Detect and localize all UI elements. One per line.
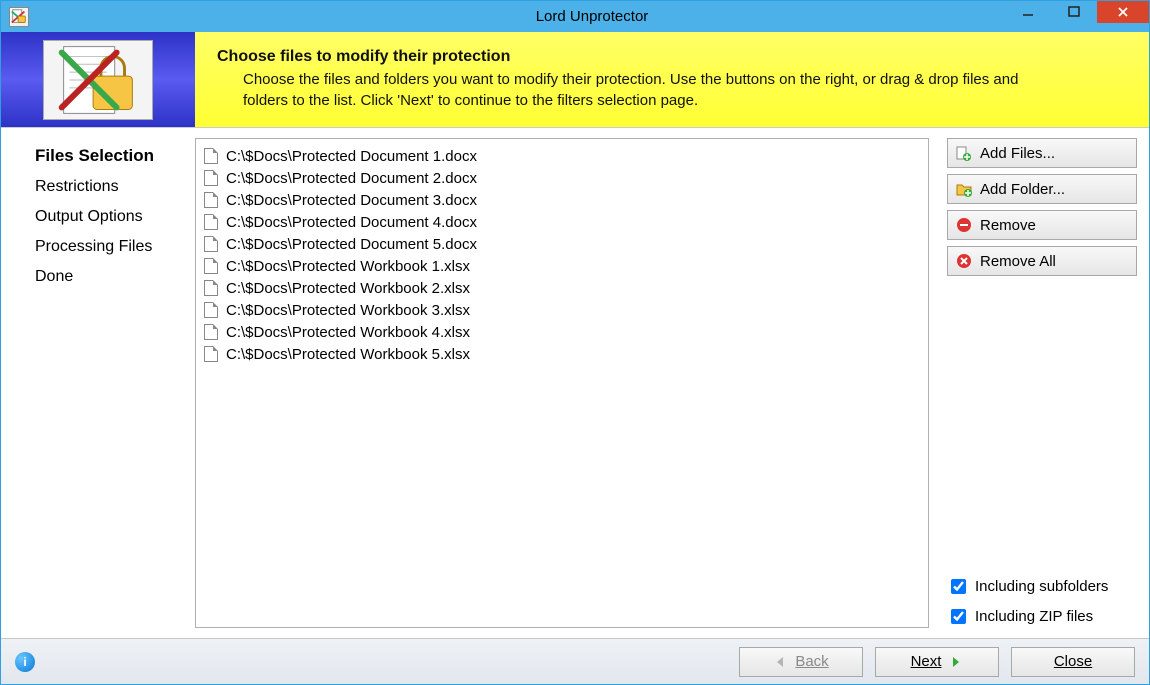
window-controls [1005, 1, 1149, 32]
header-artwork-icon [43, 40, 153, 120]
action-panel: Add Files... Add Folder... [947, 138, 1137, 628]
file-list-item[interactable]: C:\$Docs\Protected Document 3.docx [204, 189, 920, 211]
wizard-step[interactable]: Output Options [35, 208, 187, 226]
wizard-step[interactable]: Done [35, 268, 187, 286]
file-path-label: C:\$Docs\Protected Workbook 1.xlsx [226, 258, 470, 275]
action-panel-spacer [947, 282, 1137, 568]
document-icon [204, 302, 218, 318]
add-files-button[interactable]: Add Files... [947, 138, 1137, 168]
add-folder-button[interactable]: Add Folder... [947, 174, 1137, 204]
main-area: Files Selection Restrictions Output Option… [1, 128, 1149, 638]
remove-all-label: Remove All [980, 253, 1056, 270]
header-banner: Choose files to modify their protection … [1, 32, 1149, 128]
wizard-step[interactable]: Restrictions [35, 178, 187, 196]
file-list-item[interactable]: C:\$Docs\Protected Workbook 3.xlsx [204, 299, 920, 321]
document-icon [204, 214, 218, 230]
close-footer-button[interactable]: Close [1011, 647, 1135, 677]
file-list[interactable]: C:\$Docs\Protected Document 1.docx C:\$Do… [195, 138, 929, 628]
include-subfolders-label: Including subfolders [975, 578, 1108, 595]
file-list-item[interactable]: C:\$Docs\Protected Workbook 4.xlsx [204, 321, 920, 343]
minimize-button[interactable] [1005, 1, 1051, 23]
arrow-left-icon [773, 654, 789, 670]
file-list-item[interactable]: C:\$Docs\Protected Document 1.docx [204, 145, 920, 167]
document-icon [204, 236, 218, 252]
app-icon [9, 7, 29, 27]
add-files-icon [956, 145, 972, 161]
file-list-item[interactable]: C:\$Docs\Protected Workbook 5.xlsx [204, 343, 920, 365]
header-description: Choose the files and folders you want to… [243, 70, 1023, 111]
file-path-label: C:\$Docs\Protected Document 5.docx [226, 236, 477, 253]
document-icon [204, 170, 218, 186]
maximize-button[interactable] [1051, 1, 1097, 23]
include-subfolders-input[interactable] [951, 579, 966, 594]
file-path-label: C:\$Docs\Protected Document 1.docx [226, 148, 477, 165]
header-title: Choose files to modify their protection [217, 48, 1127, 66]
remove-icon [956, 217, 972, 233]
help-icon[interactable]: i [15, 652, 35, 672]
titlebar: Lord Unprotector [1, 1, 1149, 32]
file-list-item[interactable]: C:\$Docs\Protected Document 2.docx [204, 167, 920, 189]
file-list-item[interactable]: C:\$Docs\Protected Document 5.docx [204, 233, 920, 255]
wizard-steps-sidebar: Files Selection Restrictions Output Option… [1, 128, 195, 638]
remove-all-button[interactable]: Remove All [947, 246, 1137, 276]
add-folder-label: Add Folder... [980, 181, 1065, 198]
file-path-label: C:\$Docs\Protected Document 3.docx [226, 192, 477, 209]
document-icon [204, 258, 218, 274]
add-files-label: Add Files... [980, 145, 1055, 162]
back-label: Back [795, 653, 828, 670]
close-button[interactable] [1097, 1, 1149, 23]
remove-label: Remove [980, 217, 1036, 234]
wizard-step[interactable]: Processing Files [35, 238, 187, 256]
file-path-label: C:\$Docs\Protected Workbook 5.xlsx [226, 346, 470, 363]
include-zip-input[interactable] [951, 609, 966, 624]
file-list-item[interactable]: C:\$Docs\Protected Workbook 2.xlsx [204, 277, 920, 299]
include-subfolders-checkbox[interactable]: Including subfolders [947, 574, 1137, 598]
back-button: Back [739, 647, 863, 677]
remove-button[interactable]: Remove [947, 210, 1137, 240]
next-label: Next [911, 653, 942, 670]
window-title: Lord Unprotector [35, 8, 1149, 25]
remove-all-icon [956, 253, 972, 269]
document-icon [204, 148, 218, 164]
file-path-label: C:\$Docs\Protected Document 4.docx [226, 214, 477, 231]
include-zip-label: Including ZIP files [975, 608, 1093, 625]
document-icon [204, 324, 218, 340]
add-folder-icon [956, 181, 972, 197]
app-window: Lord Unprotector [0, 0, 1150, 685]
file-path-label: C:\$Docs\Protected Workbook 3.xlsx [226, 302, 470, 319]
document-icon [204, 280, 218, 296]
header-text-panel: Choose files to modify their protection … [195, 32, 1149, 127]
include-zip-checkbox[interactable]: Including ZIP files [947, 604, 1137, 628]
file-path-label: C:\$Docs\Protected Document 2.docx [226, 170, 477, 187]
content-area: C:\$Docs\Protected Document 1.docx C:\$Do… [195, 128, 1149, 638]
arrow-right-icon [947, 654, 963, 670]
next-button[interactable]: Next [875, 647, 999, 677]
file-path-label: C:\$Docs\Protected Workbook 4.xlsx [226, 324, 470, 341]
file-list-item[interactable]: C:\$Docs\Protected Document 4.docx [204, 211, 920, 233]
header-icon-panel [1, 32, 195, 127]
close-label: Close [1054, 653, 1092, 670]
wizard-step[interactable]: Files Selection [35, 146, 187, 166]
footer: i Back Next Close [1, 638, 1149, 684]
document-icon [204, 192, 218, 208]
document-icon [204, 346, 218, 362]
file-list-item[interactable]: C:\$Docs\Protected Workbook 1.xlsx [204, 255, 920, 277]
file-path-label: C:\$Docs\Protected Workbook 2.xlsx [226, 280, 470, 297]
